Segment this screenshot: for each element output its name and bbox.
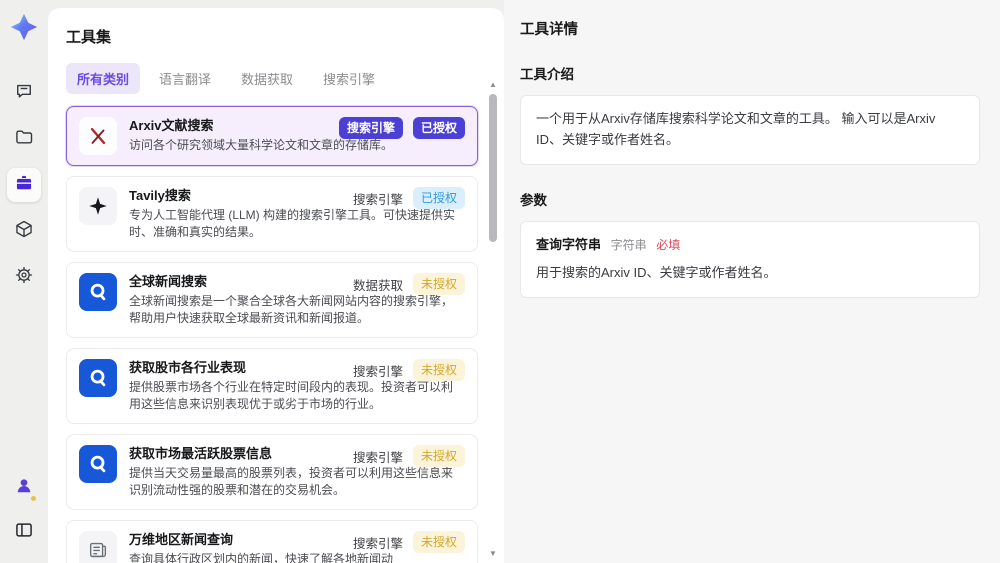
folder-icon [14,127,34,152]
auth-badge: 已授权 [412,187,465,209]
category-tabs: 所有类别 语言翻译 数据获取 搜索引擎 [66,63,476,94]
tool-description: 访问各个研究领域大量科学论文和文章的存储库。 [129,138,394,152]
left-icon-rail [0,0,48,563]
scroll-up-arrow[interactable]: ▲ [487,80,499,90]
chat-icon [14,81,34,106]
category-badge: 搜索引擎 [338,117,403,139]
tool-card-regional-news[interactable]: 万维地区新闻查询 查询具体行政区划内的新闻，快速了解各地新闻动 搜索引擎 未授权 [66,520,478,563]
intro-box: 一个用于从Arxiv存储库搜索科学论文和文章的工具。 输入可以是Arxiv ID… [520,95,980,165]
tool-card-sector-performance[interactable]: 获取股市各行业表现 提供股票市场各个行业在特定时间段内的表现。投资者可以利用这些… [66,348,478,424]
tool-description: 全球新闻搜索是一个聚合全球各大新闻网站内容的搜索引擎，帮助用户快速获取全球最新资… [129,294,454,325]
params-header: 参数 [520,192,547,208]
detail-title: 工具详情 [520,22,578,38]
scrollbar-thumb[interactable] [489,94,497,242]
user-avatar-button[interactable] [7,471,41,505]
category-badge: 数据获取 [352,278,403,293]
page-title: 工具集 [66,29,112,46]
auth-badge: 未授权 [412,359,465,381]
panel-toggle-icon [14,520,34,545]
news-search-icon [79,273,117,311]
news-search-icon [79,445,117,483]
news-search-icon [79,359,117,397]
category-badge: 搜索引擎 [352,364,403,379]
intro-header: 工具介绍 [520,67,574,82]
auth-badge: 未授权 [412,273,465,295]
app-logo-icon [7,10,41,44]
status-dot [31,496,36,501]
settings-nav-button[interactable] [7,260,41,294]
category-badge: 搜索引擎 [352,536,403,551]
collapse-panel-button[interactable] [7,515,41,549]
tool-card-arxiv[interactable]: Arxiv文献搜索 访问各个研究领域大量科学论文和文章的存储库。 搜索引擎 已授… [66,106,478,166]
tab-language-translation[interactable]: 语言翻译 [148,63,222,94]
files-nav-button[interactable] [7,122,41,156]
tool-description: 提供当天交易量最高的股票列表，投资者可以利用这些信息来识别流动性强的股票和潜在的… [129,466,454,497]
tool-description: 专为人工智能代理 (LLM) 构建的搜索引擎工具。可快速提供实时、准确和真实的结… [129,208,456,239]
tavily-star-icon [79,187,117,225]
param-required-flag: 必填 [656,237,681,252]
tool-list-panel: 工具集 所有类别 语言翻译 数据获取 搜索引擎 Arxiv文献搜索 访问各个研究… [48,8,504,563]
intro-text: 一个用于从Arxiv存储库搜索科学论文和文章的工具。 输入可以是Arxiv ID… [536,111,936,147]
tool-description: 提供股票市场各个行业在特定时间段内的表现。投资者可以利用这些信息来识别表现优于或… [129,380,454,411]
param-box: 查询字符串 字符串 必填 用于搜索的Arxiv ID、关键字或作者姓名。 [520,220,980,299]
models-nav-button[interactable] [7,214,41,248]
auth-badge: 已授权 [412,117,465,139]
tool-card-active-stocks[interactable]: 获取市场最活跃股票信息 提供当天交易量最高的股票列表，投资者可以利用这些信息来识… [66,434,478,510]
arxiv-icon [79,117,117,155]
tool-list: Arxiv文献搜索 访问各个研究领域大量科学论文和文章的存储库。 搜索引擎 已授… [66,106,478,563]
toolbox-icon [14,173,34,198]
param-type: 字符串 [610,237,647,252]
scroll-down-arrow[interactable]: ▼ [487,549,499,559]
param-name: 查询字符串 [536,236,602,252]
newspaper-icon [79,531,117,563]
tool-detail-panel: 工具详情 工具介绍 一个用于从Arxiv存储库搜索科学论文和文章的工具。 输入可… [504,0,1000,563]
chat-nav-button[interactable] [7,76,41,110]
category-badge: 搜索引擎 [352,192,403,207]
gear-icon [14,265,34,290]
tab-data-fetching[interactable]: 数据获取 [230,63,304,94]
tool-card-global-news[interactable]: 全球新闻搜索 全球新闻搜索是一个聚合全球各大新闻网站内容的搜索引擎，帮助用户快速… [66,262,478,338]
param-description: 用于搜索的Arxiv ID、关键字或作者姓名。 [536,265,777,281]
auth-badge: 未授权 [412,445,465,467]
tool-card-tavily[interactable]: Tavily搜索 专为人工智能代理 (LLM) 构建的搜索引擎工具。可快速提供实… [66,176,478,252]
list-scrollbar[interactable]: ▲ ▼ [487,80,499,559]
cube-icon [14,219,34,244]
category-badge: 搜索引擎 [352,450,403,465]
tools-nav-button[interactable] [7,168,41,202]
tab-search-engine[interactable]: 搜索引擎 [312,63,386,94]
tab-all-categories[interactable]: 所有类别 [66,63,141,94]
auth-badge: 未授权 [412,531,465,553]
